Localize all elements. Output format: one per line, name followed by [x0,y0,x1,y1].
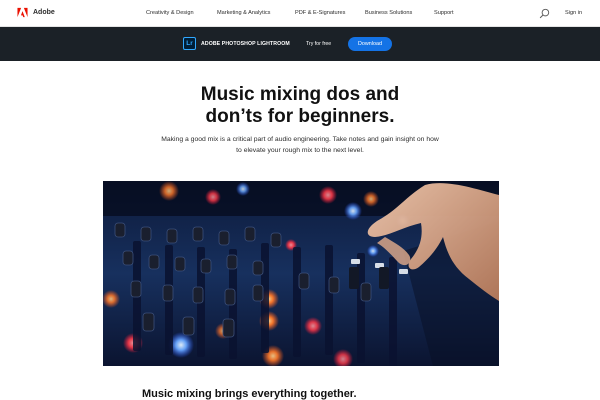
page-title: Music mixing dos and don’ts for beginner… [0,84,600,128]
hero-subtext: Making a good mix is a critical part of … [161,136,439,154]
adobe-logo[interactable]: Adobe [17,7,55,18]
nav-item-pdf-esignatures[interactable]: PDF & E-Signatures [295,10,345,17]
hero-image-mixing-console [103,181,499,366]
nav-item-support[interactable]: Support [434,10,454,17]
nav-item-creativity-design[interactable]: Creativity & Design [146,10,194,17]
adobe-logo-icon [17,7,28,18]
brand-name: Adobe [33,9,55,16]
search-icon[interactable] [539,8,550,19]
try-for-free-link[interactable]: Try for free [306,41,331,48]
mixing-console-illustration [103,181,499,366]
lightroom-icon: Lr [183,37,196,50]
download-button[interactable]: Download [348,37,392,51]
product-promo-bar: Lr ADOBE PHOTOSHOP LIGHTROOM Try for fre… [0,27,600,61]
sign-in-link[interactable]: Sign in [565,10,582,17]
promo-product-name: ADOBE PHOTOSHOP LIGHTROOM [201,41,290,47]
nav-item-marketing-analytics[interactable]: Marketing & Analytics [217,10,270,17]
nav-item-business-solutions[interactable]: Business Solutions [365,10,412,17]
top-nav: Adobe Creativity & Design Marketing & An… [0,0,600,27]
section-heading: Music mixing brings everything together. [142,388,357,400]
page-title-line-2: don’ts for beginners. [205,106,395,127]
page-title-line-1: Music mixing dos and [200,84,400,105]
